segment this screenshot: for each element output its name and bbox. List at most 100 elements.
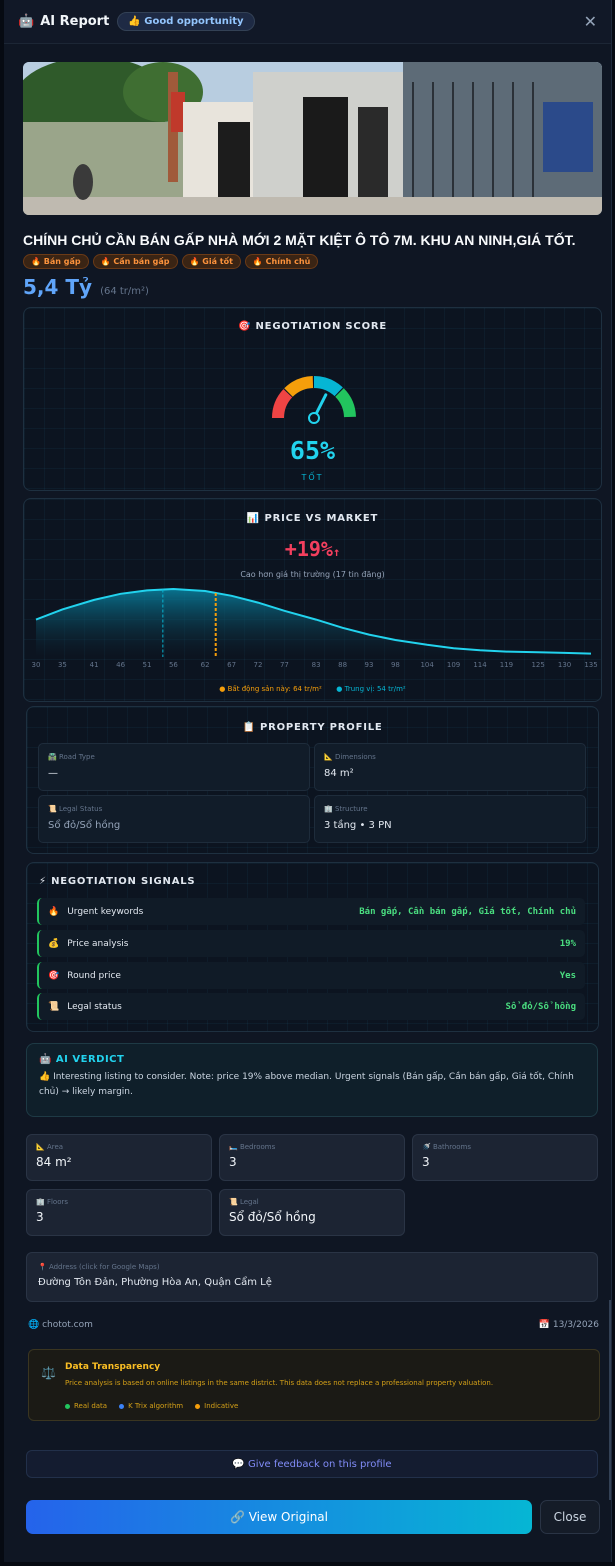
- price-diff: +19%↑: [24, 537, 601, 561]
- address-card[interactable]: 📍 Address (click for Google Maps) Đường …: [26, 1252, 598, 1302]
- source-link[interactable]: 🌐 chotot.com: [28, 1320, 93, 1330]
- signal-name: Price analysis: [67, 938, 129, 949]
- robot-icon: 🤖: [18, 14, 35, 29]
- stat-label: 🛏️ Bedrooms: [229, 1143, 276, 1151]
- opportunity-badge: 👍 Good opportunity: [117, 12, 255, 31]
- legend-real-data: Real data: [65, 1402, 107, 1410]
- dot-icon: [65, 1403, 70, 1409]
- legend-label: K Trix algorithm: [128, 1402, 184, 1410]
- stat-floors: 🏢 Floors 3: [26, 1189, 212, 1236]
- profile-value: 3 tầng • 3 PN: [324, 820, 392, 831]
- transparency-title: Data Transparency: [65, 1362, 161, 1372]
- score-value: 65%: [289, 436, 336, 465]
- x-tick-label: 77: [280, 661, 289, 669]
- signal-value: Sổ đỏ/Sổ hồng: [505, 1001, 576, 1012]
- profile-legal-status: 📜 Legal Status Sổ đỏ/Sổ hồng: [38, 795, 310, 843]
- profile-label: 🛣️ Road Type: [48, 753, 95, 761]
- x-tick-label: 125: [531, 661, 544, 669]
- chart-legend: ● Bất động sản này: 64 tr/m² ● Trung vị:…: [24, 685, 601, 693]
- view-original-button[interactable]: 🔗 View Original: [26, 1500, 532, 1534]
- listing-date: 📅 13/3/2026: [538, 1320, 599, 1330]
- legend-label: Indicative: [204, 1402, 239, 1410]
- negotiation-signals-card: ⚡ NEGOTIATION SIGNALS 🔥 Urgent keywords …: [26, 862, 599, 1032]
- x-tick-label: 93: [365, 661, 374, 669]
- legend-algorithm: K Trix algorithm: [119, 1402, 183, 1410]
- x-tick-label: 51: [143, 661, 152, 669]
- verdict-text: 👍 Interesting listing to consider. Note:…: [39, 1072, 574, 1097]
- tag: 🔥 Chính chủ: [244, 254, 319, 269]
- x-tick-label: 41: [90, 661, 99, 669]
- scale-icon: ⚖️: [41, 1366, 56, 1380]
- x-tick-label: 119: [500, 661, 513, 669]
- transparency-legend: Real data K Trix algorithm Indicative: [65, 1402, 238, 1410]
- signal-price-analysis: 💰 Price analysis 19%: [37, 930, 585, 957]
- x-tick-label: 98: [391, 661, 400, 669]
- legend-median: ● Trung vị: 54 tr/m²: [336, 685, 406, 693]
- signals-heading: ⚡ NEGOTIATION SIGNALS: [39, 876, 196, 887]
- fire-icon: 🔥: [48, 906, 60, 917]
- x-tick-label: 62: [201, 661, 210, 669]
- address-label: 📍 Address (click for Google Maps): [38, 1263, 160, 1271]
- x-tick-label: 114: [473, 661, 487, 669]
- dot-icon: [119, 1403, 125, 1409]
- listing-title: CHÍNH CHỦ CẦN BÁN GẤP NHÀ MỚI 2 MẶT KIỆT…: [23, 232, 576, 248]
- profile-value: Sổ đỏ/Sổ hồng: [48, 820, 121, 831]
- negotiation-score-card: 🎯 NEGOTIATION SCORE 65% TỐT: [23, 307, 602, 491]
- stat-label: 🏢 Floors: [36, 1198, 69, 1206]
- signal-value: Yes: [559, 970, 576, 981]
- address-value[interactable]: Đường Tôn Đản, Phường Hòa An, Quận Cẩm L…: [38, 1277, 586, 1288]
- price-vs-market-heading: 📊 PRICE VS MARKET: [246, 513, 379, 524]
- close-button[interactable]: Close: [540, 1500, 600, 1534]
- profile-dimensions: 📐 Dimensions 84 m²: [314, 743, 586, 791]
- x-tick-label: 109: [447, 661, 460, 669]
- stat-label: 🚿 Bathrooms: [422, 1143, 471, 1151]
- signal-legal-status: 📜 Legal status Sổ đỏ/Sổ hồng: [37, 993, 585, 1020]
- x-tick-label: 46: [116, 661, 125, 669]
- x-tick-label: 35: [58, 661, 67, 669]
- stat-value: 3: [36, 1210, 44, 1224]
- stat-value: 3: [422, 1155, 430, 1169]
- signal-value: 19%: [559, 938, 576, 949]
- x-tick-label: 135: [584, 661, 597, 669]
- close-icon[interactable]: ✕: [584, 12, 597, 31]
- x-tick-label: 72: [254, 661, 263, 669]
- stat-value: 3: [229, 1155, 237, 1169]
- score-label: TỐT: [301, 473, 324, 482]
- scrollbar[interactable]: [609, 1300, 611, 1500]
- report-title: AI Report: [40, 14, 110, 29]
- signal-urgent-keywords: 🔥 Urgent keywords Bán gấp, Cần bán gấp, …: [37, 898, 585, 925]
- stat-legal: 📜 Legal Sổ đỏ/Sổ hồng: [219, 1189, 405, 1236]
- stat-area: 📐 Area 84 m²: [26, 1134, 212, 1181]
- profile-label: 📐 Dimensions: [324, 753, 376, 761]
- target-icon: 🎯: [48, 970, 60, 981]
- price-vs-market-card: 📊 PRICE VS MARKET +19%↑ Cao hơn giá thị …: [23, 498, 602, 702]
- feedback-button[interactable]: 💬 Give feedback on this profile: [26, 1450, 598, 1478]
- scroll-icon: 📜: [48, 1001, 60, 1012]
- profile-value: 84 m²: [324, 768, 354, 779]
- x-tick-label: 30: [32, 661, 41, 669]
- x-tick-label: 56: [169, 661, 178, 669]
- tag: 🔥 Bán gấp: [23, 254, 89, 269]
- stat-label: 📜 Legal: [229, 1198, 259, 1206]
- tag: 🔥 Cần bán gấp: [92, 254, 178, 269]
- profile-road-type: 🛣️ Road Type —: [38, 743, 310, 791]
- tag: 🔥 Giá tốt: [181, 254, 241, 269]
- stat-bathrooms: 🚿 Bathrooms 3: [412, 1134, 598, 1181]
- legend-indicative: Indicative: [195, 1402, 238, 1410]
- ai-report-panel: 🤖 AI Report 👍 Good opportunity ✕ CHÍNH C…: [4, 0, 612, 1562]
- signal-round-price: 🎯 Round price Yes: [37, 962, 585, 989]
- price-diff-value: +19%: [284, 537, 333, 561]
- x-tick-label: 83: [312, 661, 321, 669]
- legend-property: ● Bất động sản này: 64 tr/m²: [219, 685, 322, 693]
- x-tick-label: 104: [420, 661, 434, 669]
- arrow-up-icon: ↑: [332, 545, 341, 559]
- distribution-area: [36, 589, 591, 657]
- signal-name: Urgent keywords: [67, 906, 144, 917]
- listing-price: 5,4 Tỷ (64 tr/m²): [23, 275, 149, 299]
- verdict-heading: 🤖 AI VERDICT: [39, 1054, 125, 1065]
- signal-name: Legal status: [67, 1001, 122, 1012]
- signal-name: Round price: [67, 970, 121, 981]
- stat-label: 📐 Area: [36, 1143, 64, 1151]
- property-profile-heading: 📋 PROPERTY PROFILE: [242, 722, 383, 733]
- profile-label: 📜 Legal Status: [48, 805, 103, 813]
